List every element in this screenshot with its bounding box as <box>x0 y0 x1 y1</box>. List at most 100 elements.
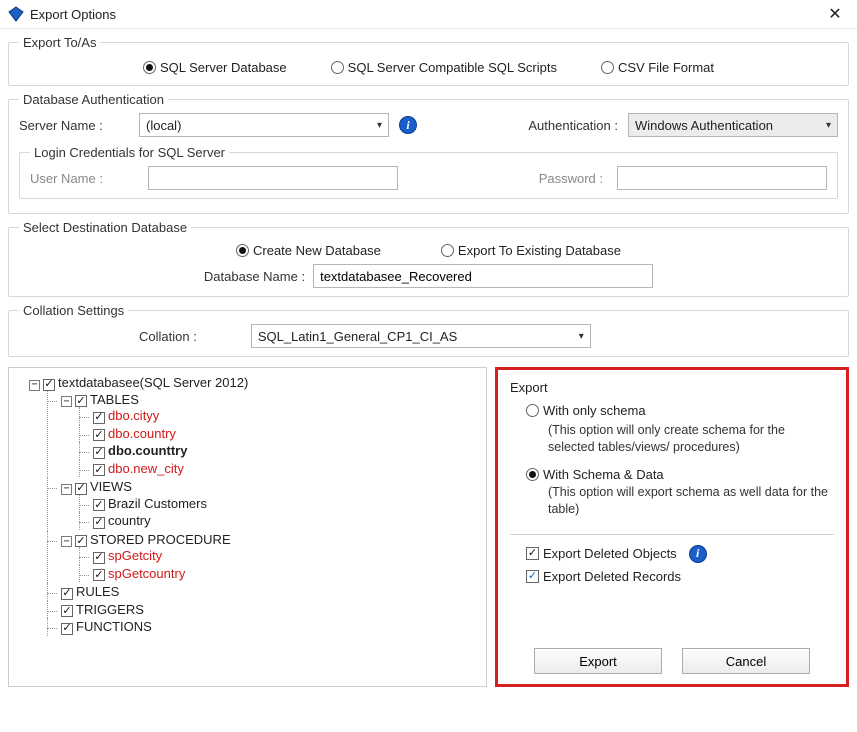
checkbox-label: Export Deleted Objects <box>543 546 677 561</box>
collation-legend: Collation Settings <box>19 303 128 318</box>
export-to-legend: Export To/As <box>19 35 100 50</box>
auth-mode-value: Windows Authentication <box>635 118 773 133</box>
tree-item[interactable]: dbo.cityy <box>79 407 480 425</box>
tree-checkbox[interactable] <box>93 517 105 529</box>
tree-checkbox[interactable] <box>75 395 87 407</box>
titlebar: Export Options ✕ <box>0 0 857 29</box>
destination-legend: Select Destination Database <box>19 220 191 235</box>
window-title: Export Options <box>30 7 821 22</box>
radio-csv[interactable]: CSV File Format <box>601 60 714 75</box>
tree-checkbox[interactable] <box>61 588 73 600</box>
tree-node-functions[interactable]: FUNCTIONS <box>47 618 480 636</box>
radio-schema-and-data[interactable]: With Schema & Data <box>526 467 664 482</box>
tree-item[interactable]: Brazil Customers <box>79 495 480 513</box>
username-label: User Name : <box>30 171 140 186</box>
info-icon[interactable]: i <box>399 116 417 134</box>
tree-node-rules[interactable]: RULES <box>47 583 480 601</box>
collapse-icon[interactable]: − <box>29 380 40 391</box>
tree-item[interactable]: dbo.new_city <box>79 460 480 478</box>
login-legend: Login Credentials for SQL Server <box>30 145 229 160</box>
radio-dot-icon <box>526 468 539 481</box>
collapse-icon[interactable]: − <box>61 536 72 547</box>
radio-dot-icon <box>143 61 156 74</box>
tree-checkbox[interactable] <box>93 447 105 459</box>
db-name-label: Database Name : <box>204 269 305 284</box>
tree-label: dbo.new_city <box>108 461 184 476</box>
tree-label: FUNCTIONS <box>76 619 152 634</box>
tree-item[interactable]: dbo.country <box>79 425 480 443</box>
tree-checkbox[interactable] <box>93 429 105 441</box>
radio-label: Create New Database <box>253 243 381 258</box>
export-title: Export <box>510 380 834 395</box>
divider <box>510 534 834 535</box>
tree-checkbox[interactable] <box>75 483 87 495</box>
db-auth-legend: Database Authentication <box>19 92 168 107</box>
destination-db-group: Select Destination Database Create New D… <box>8 220 849 297</box>
tree-checkbox[interactable] <box>93 412 105 424</box>
radio-label: SQL Server Compatible SQL Scripts <box>348 60 557 75</box>
tree-checkbox[interactable] <box>75 535 87 547</box>
server-name-select[interactable]: (local) ▾ <box>139 113 389 137</box>
tree-checkbox[interactable] <box>93 464 105 476</box>
radio-dot-icon <box>236 244 249 257</box>
hint-schema-and-data: (This option will export schema as well … <box>548 484 834 518</box>
close-button[interactable]: ✕ <box>821 4 849 24</box>
server-name-label: Server Name : <box>19 118 129 133</box>
checkbox-export-deleted-objects[interactable]: Export Deleted Objects <box>526 546 677 561</box>
tree-label: dbo.country <box>108 426 176 441</box>
radio-sql-scripts[interactable]: SQL Server Compatible SQL Scripts <box>331 60 557 75</box>
checkbox-label: Export Deleted Records <box>543 569 681 584</box>
tree-checkbox[interactable] <box>61 605 73 617</box>
collation-select[interactable]: SQL_Latin1_General_CP1_CI_AS ▾ <box>251 324 591 348</box>
tree-checkbox[interactable] <box>93 569 105 581</box>
tree-node-views[interactable]: − VIEWS Brazil Customers country <box>47 478 480 531</box>
radio-export-existing-db[interactable]: Export To Existing Database <box>441 243 621 258</box>
tree-label: spGetcountry <box>108 566 185 581</box>
tree-item[interactable]: country <box>79 512 480 530</box>
tree-label: STORED PROCEDURE <box>90 532 231 547</box>
radio-sql-server-db[interactable]: SQL Server Database <box>143 60 287 75</box>
tree-label: RULES <box>76 584 119 599</box>
collapse-icon[interactable]: − <box>61 484 72 495</box>
tree-checkbox[interactable] <box>61 623 73 635</box>
export-button[interactable]: Export <box>534 648 662 674</box>
radio-label: Export To Existing Database <box>458 243 621 258</box>
tree-label: country <box>108 513 151 528</box>
tree-label: TABLES <box>90 392 139 407</box>
chevron-down-icon: ▾ <box>377 120 382 131</box>
app-icon <box>8 6 24 22</box>
tree-item[interactable]: spGetcity <box>79 547 480 565</box>
tree-checkbox[interactable] <box>93 499 105 511</box>
tree-label: TRIGGERS <box>76 602 144 617</box>
radio-schema-only[interactable]: With only schema <box>526 403 646 418</box>
db-name-input[interactable] <box>313 264 653 288</box>
auth-mode-select[interactable]: Windows Authentication ▾ <box>628 113 838 137</box>
cancel-button[interactable]: Cancel <box>682 648 810 674</box>
tree-node-tables[interactable]: − TABLES dbo.cityy dbo.country dbo.countt… <box>47 391 480 479</box>
collation-group: Collation Settings Collation : SQL_Latin… <box>8 303 849 357</box>
tree-node-triggers[interactable]: TRIGGERS <box>47 601 480 619</box>
tree-root-label: textdatabasee(SQL Server 2012) <box>58 375 248 390</box>
radio-label: With only schema <box>543 403 646 418</box>
info-icon[interactable]: i <box>689 545 707 563</box>
tree-label: dbo.cityy <box>108 408 159 423</box>
password-input[interactable] <box>617 166 827 190</box>
checkbox-export-deleted-records[interactable]: Export Deleted Records <box>526 569 681 584</box>
tree-checkbox[interactable] <box>43 379 55 391</box>
radio-dot-icon <box>441 244 454 257</box>
radio-dot-icon <box>526 404 539 417</box>
collapse-icon[interactable]: − <box>61 396 72 407</box>
hint-schema-only: (This option will only create schema for… <box>548 422 834 456</box>
tree-item[interactable]: dbo.counttry <box>79 442 480 460</box>
tree-node-stored-procedure[interactable]: − STORED PROCEDURE spGetcity spGetcountry <box>47 531 480 584</box>
tree-label: VIEWS <box>90 479 132 494</box>
username-input[interactable] <box>148 166 398 190</box>
tree-root[interactable]: − textdatabasee(SQL Server 2012) − TABLES … <box>15 374 480 637</box>
radio-create-new-db[interactable]: Create New Database <box>236 243 381 258</box>
radio-label: With Schema & Data <box>543 467 664 482</box>
tree-item[interactable]: spGetcountry <box>79 565 480 583</box>
tree-checkbox[interactable] <box>93 552 105 564</box>
object-tree-panel: − textdatabasee(SQL Server 2012) − TABLES … <box>8 367 487 687</box>
export-to-group: Export To/As SQL Server Database SQL Ser… <box>8 35 849 86</box>
chevron-down-icon: ▾ <box>579 331 584 342</box>
